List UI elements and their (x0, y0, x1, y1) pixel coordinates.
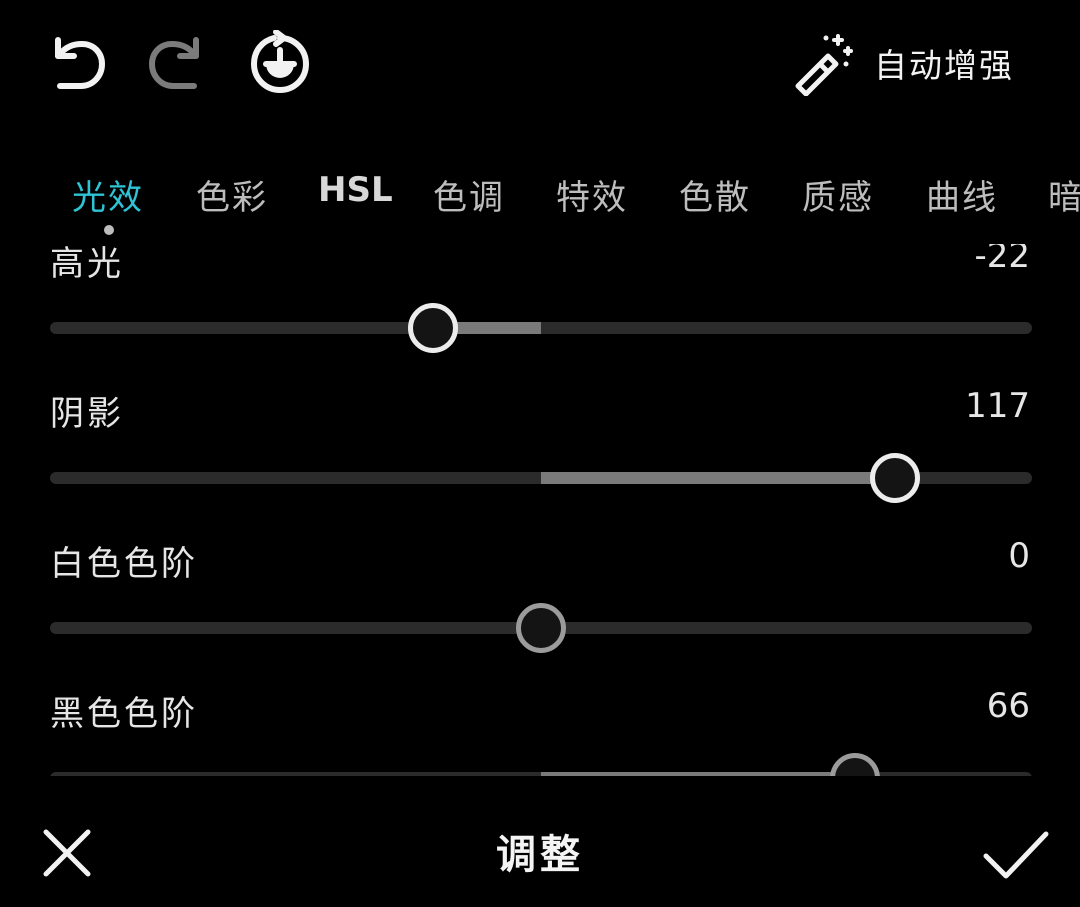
slider-panel[interactable]: 高光 -22 阴影 117 白色色阶 0 黑色色阶 66 (0, 244, 1080, 776)
slider-row-whites: 白色色阶 0 (0, 520, 1080, 670)
slider-fill (541, 772, 856, 776)
tab-light[interactable]: 光效 (72, 170, 144, 219)
slider-value: 66 (986, 686, 1030, 726)
tab-effects[interactable]: 特效 (556, 170, 628, 219)
undo-icon[interactable] (44, 30, 108, 94)
slider-track[interactable] (50, 772, 1032, 776)
history-icon[interactable] (248, 30, 312, 94)
redo-icon[interactable] (146, 30, 210, 94)
tab-curves[interactable]: 曲线 (926, 170, 998, 219)
tab-tone[interactable]: 色调 (433, 170, 505, 219)
slider-thumb[interactable] (516, 603, 566, 653)
magic-wand-icon (795, 34, 853, 96)
slider-label: 白色色阶 (50, 544, 198, 584)
auto-enhance-button[interactable]: 自动增强 (790, 28, 1014, 98)
slider-value: 117 (965, 386, 1030, 426)
slider-value: -22 (974, 244, 1030, 276)
adjustment-tabs: 光效 色彩 HSL 色调 特效 色散 质感 曲线 暗 (0, 170, 1080, 220)
slider-row-shadows: 阴影 117 (0, 370, 1080, 520)
tab-color[interactable]: 色彩 (196, 170, 268, 219)
tab-vignette[interactable]: 暗 (1048, 170, 1080, 219)
slider-thumb[interactable] (869, 453, 920, 503)
slider-value: 0 (1008, 536, 1030, 576)
auto-enhance-label: 自动增强 (874, 46, 1014, 85)
slider-label: 高光 (50, 244, 124, 284)
slider-label: 黑色色阶 (50, 694, 198, 734)
tab-dispersion[interactable]: 色散 (679, 170, 751, 219)
slider-row-highlights: 高光 -22 (0, 244, 1080, 370)
check-icon[interactable] (982, 828, 1050, 882)
slider-label: 阴影 (50, 394, 124, 434)
active-tab-indicator (104, 225, 114, 235)
tab-hsl[interactable]: HSL (318, 170, 393, 210)
slider-thumb[interactable] (830, 753, 881, 776)
tab-texture[interactable]: 质感 (802, 170, 874, 219)
page-title: 调整 (496, 832, 584, 878)
slider-row-blacks: 黑色色阶 66 (0, 670, 1080, 776)
slider-fill (541, 472, 895, 484)
slider-track[interactable] (50, 322, 1032, 334)
slider-thumb[interactable] (407, 303, 458, 353)
